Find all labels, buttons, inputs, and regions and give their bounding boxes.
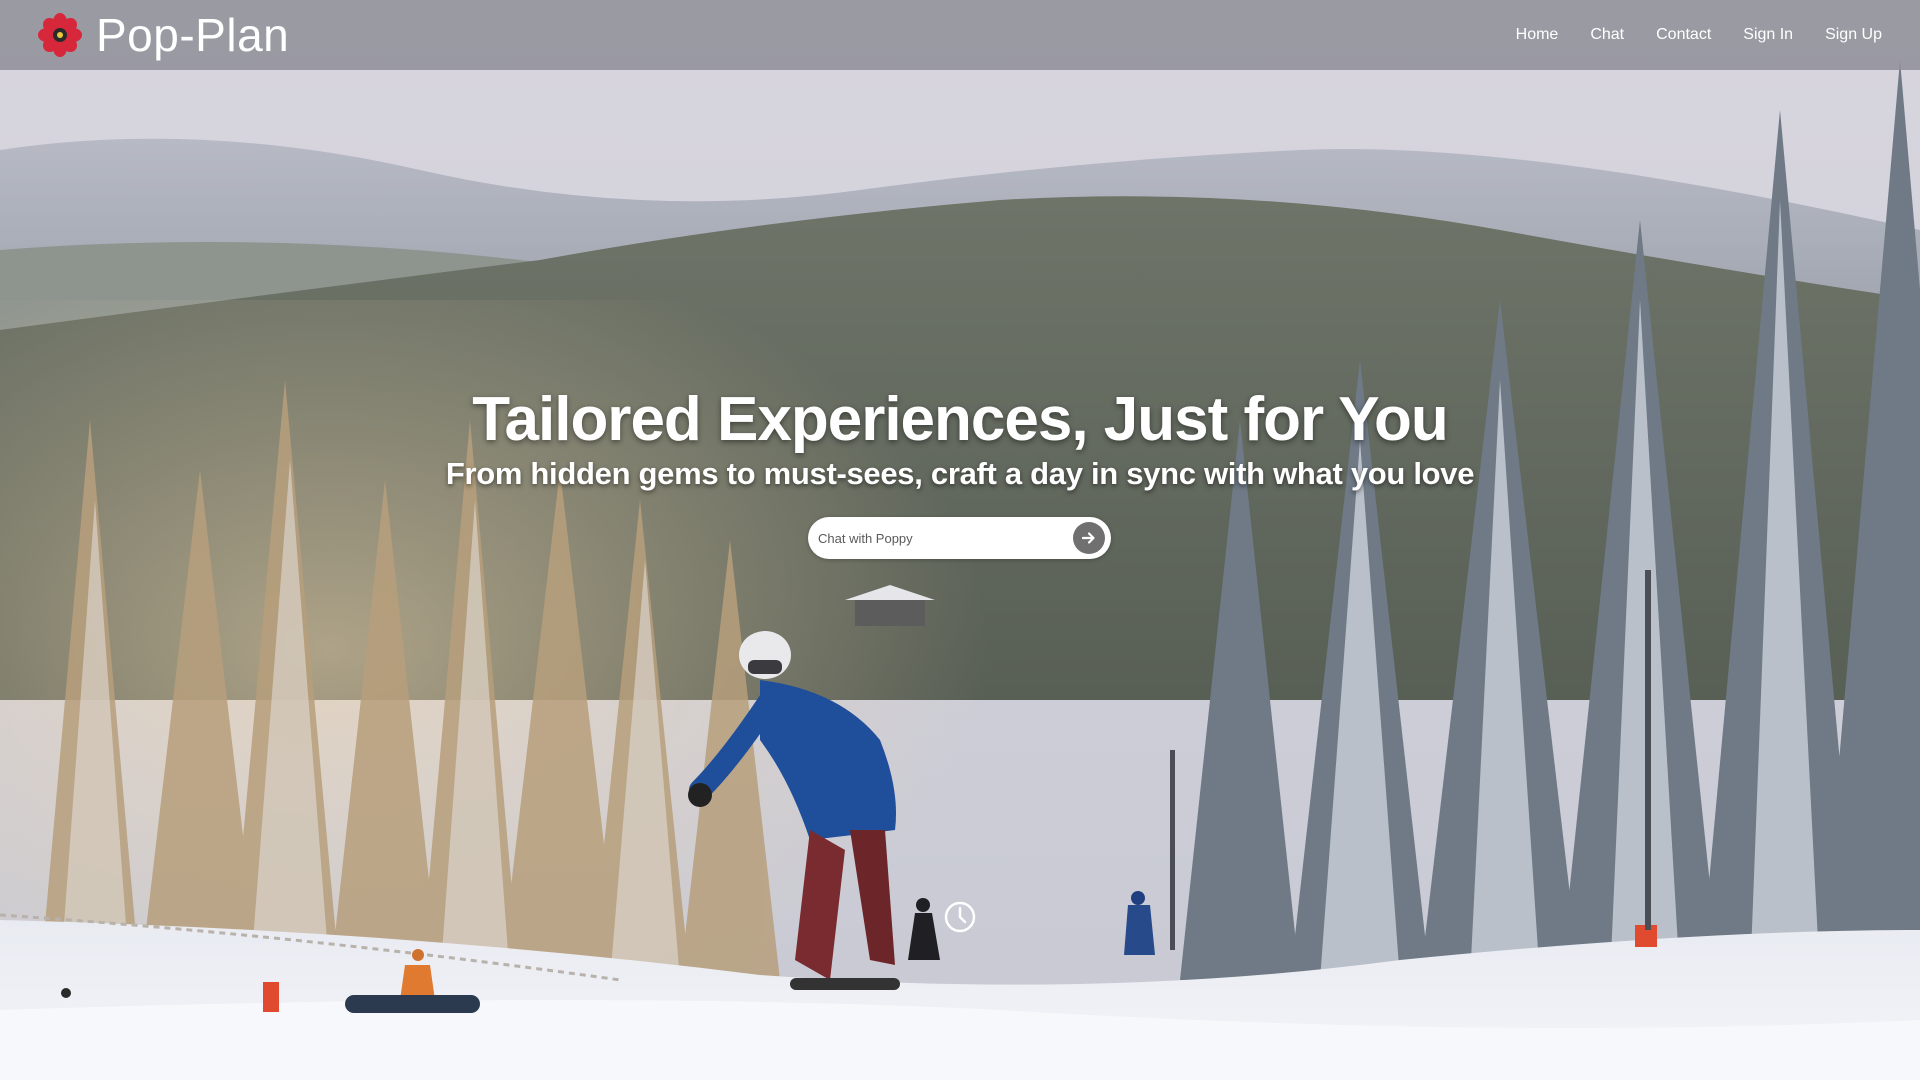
nav-sign-in-link[interactable]: Sign In bbox=[1743, 26, 1793, 44]
nav-contact-link[interactable]: Contact bbox=[1656, 26, 1711, 44]
chat-input[interactable] bbox=[818, 530, 1073, 546]
main-nav: Home Chat Contact Sign In Sign Up bbox=[1516, 26, 1882, 44]
nav-sign-up-link[interactable]: Sign Up bbox=[1825, 26, 1882, 44]
nav-chat-link[interactable]: Chat bbox=[1590, 26, 1624, 44]
brand-name: Pop-Plan bbox=[96, 9, 290, 61]
top-navbar: Pop-Plan Home Chat Contact Sign In Sign … bbox=[0, 0, 1920, 70]
loading-clock-icon bbox=[944, 901, 976, 933]
hero-subtitle: From hidden gems to must-sees, craft a d… bbox=[445, 456, 1475, 491]
chat-box bbox=[808, 517, 1111, 559]
brand[interactable]: Pop-Plan bbox=[38, 8, 289, 62]
poppy-flower-icon bbox=[38, 13, 82, 57]
chat-send-button[interactable] bbox=[1073, 522, 1105, 554]
hero-title: Tailored Experiences, Just for You bbox=[472, 385, 1449, 454]
arrow-right-icon bbox=[1082, 532, 1095, 544]
nav-home-link[interactable]: Home bbox=[1516, 26, 1559, 44]
